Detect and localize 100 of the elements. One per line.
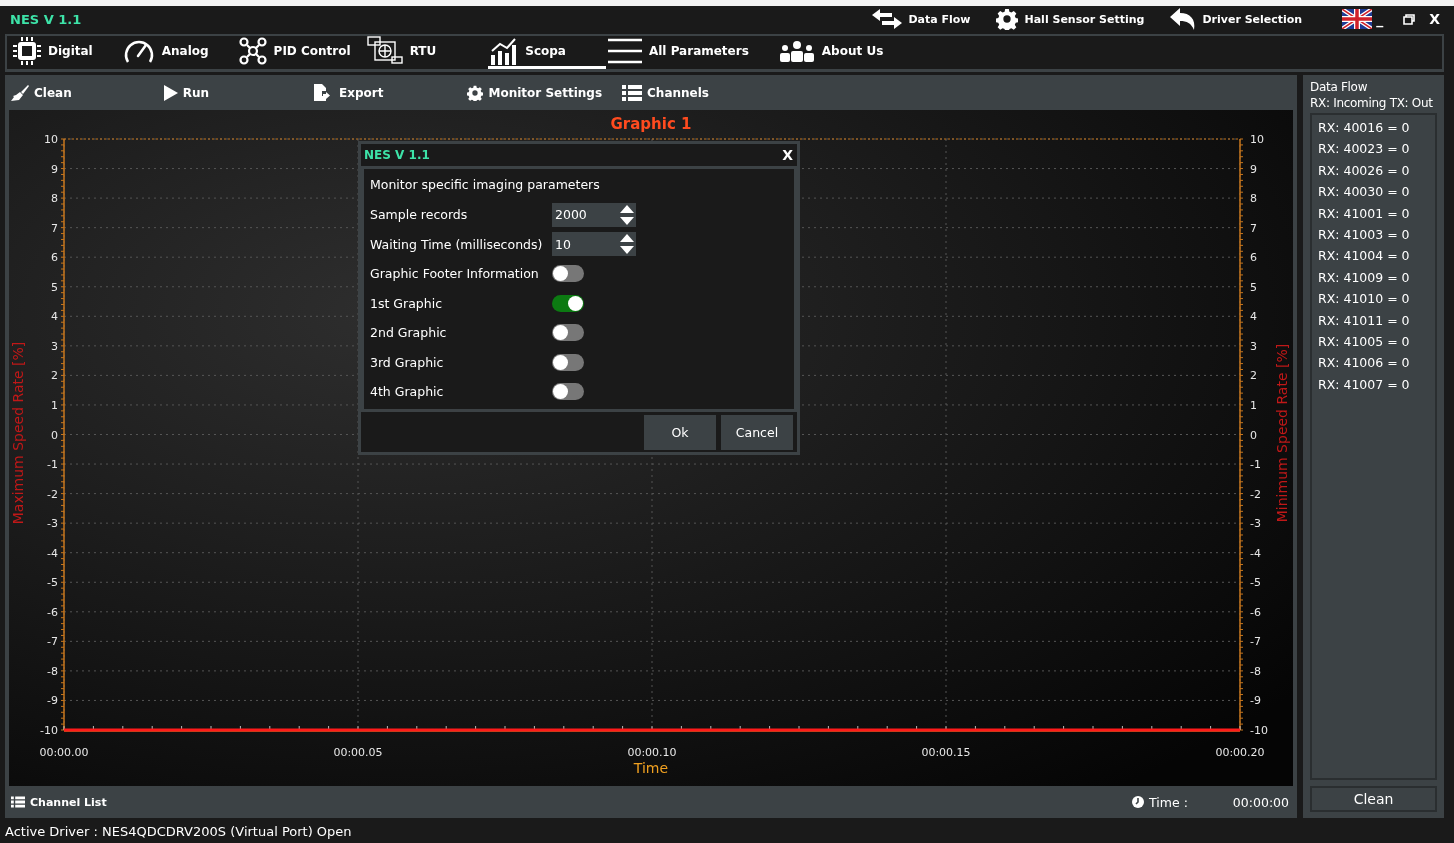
y-tick-label: 10 <box>1250 133 1264 146</box>
y-tick-label: -1 <box>47 458 58 472</box>
number-spinner[interactable]: 10 <box>552 232 636 257</box>
y-tick-label: -4 <box>47 546 58 560</box>
y-tick-label: -9 <box>47 694 58 708</box>
toolbar-button[interactable]: Run <box>163 84 210 101</box>
up-down-arrows-icon[interactable] <box>620 203 634 226</box>
toggle-switch[interactable] <box>552 353 584 371</box>
data-flow-entry: RX: 41005 = 0 <box>1318 332 1411 351</box>
back-arrow-icon <box>1170 8 1197 30</box>
gear-icon <box>467 84 484 101</box>
data-flow-entry: RX: 41009 = 0 <box>1318 268 1411 287</box>
y-tick-label: -5 <box>1250 576 1261 590</box>
nav-tab[interactable]: Scopa <box>488 36 606 69</box>
y-tick-label: -7 <box>1250 635 1261 649</box>
y-tick-label: -6 <box>47 605 58 619</box>
y-tick-label: 0 <box>1250 428 1257 442</box>
y-tick-label: -6 <box>1250 605 1261 619</box>
data-flow-entry: RX: 41001 = 0 <box>1318 204 1411 223</box>
data-flow-entry: RX: 41007 = 0 <box>1318 375 1411 394</box>
panel-title: Data Flow <box>1310 79 1369 95</box>
gauge-icon <box>122 38 155 64</box>
top-action-button[interactable]: Driver Selection <box>1170 8 1303 30</box>
y-tick-label: 4 <box>51 310 58 324</box>
setting-label: 3rd Graphic <box>370 354 445 370</box>
toggle-switch[interactable] <box>552 294 584 312</box>
play-icon <box>163 84 178 101</box>
x-tick-label: 00:00.20 <box>1215 746 1265 759</box>
top-action-button[interactable]: Data Flow <box>872 9 971 29</box>
toggle-switch[interactable] <box>552 324 584 342</box>
y-tick-label: 6 <box>1250 251 1257 265</box>
x-tick-label: 00:00.00 <box>39 746 89 759</box>
list-icon <box>622 84 643 101</box>
dialog-button[interactable]: Cancel <box>721 414 793 450</box>
swap-arrows-icon <box>872 9 903 29</box>
toolbar-button[interactable]: Export <box>314 84 384 101</box>
y-tick-label: -3 <box>1250 517 1261 531</box>
data-flow-entry: RX: 41010 = 0 <box>1318 290 1411 309</box>
setting-label: Graphic Footer Information <box>370 266 540 282</box>
setting-label: 1st Graphic <box>370 295 444 311</box>
close-button[interactable]: X <box>1429 11 1440 27</box>
data-flow-entry: RX: 40023 = 0 <box>1318 140 1411 159</box>
computers-globe-icon <box>366 36 403 66</box>
channel-list-button[interactable]: Channel List <box>11 795 107 809</box>
dialog-heading: Monitor specific imaging parameters <box>370 176 601 194</box>
time-label: Time : <box>1149 794 1188 810</box>
toggle-switch[interactable] <box>552 383 584 401</box>
panel-subtitle: RX: Incoming TX: Out <box>1310 95 1434 111</box>
y-tick-label: 9 <box>1250 162 1257 176</box>
top-action-button[interactable]: Hall Sensor Setting <box>996 8 1145 30</box>
y-tick-label: -8 <box>1250 664 1261 678</box>
toolbar-button[interactable]: Clean <box>11 84 72 101</box>
x-tick-label: 00:00.15 <box>921 746 971 759</box>
setting-label: Sample records <box>370 207 469 223</box>
nav-tab[interactable]: PID Control <box>236 36 357 69</box>
y-tick-label: 10 <box>44 133 58 146</box>
nav-tab[interactable]: About Us <box>776 36 890 69</box>
toolbar-button[interactable]: Channels <box>622 84 709 101</box>
y-tick-label: 9 <box>51 162 58 176</box>
y-tick-label: 2 <box>1250 369 1257 383</box>
y-tick-label: -8 <box>47 664 58 678</box>
x-tick-label: 00:00.10 <box>627 746 677 759</box>
flag-icon[interactable] <box>1342 9 1373 29</box>
list-icon <box>11 796 25 808</box>
restore-icon[interactable] <box>1403 13 1416 25</box>
bar-chart-icon <box>490 37 519 65</box>
gear-icon <box>996 8 1019 30</box>
data-flow-entry: RX: 40026 = 0 <box>1318 161 1411 180</box>
y-tick-label: 7 <box>51 221 58 235</box>
number-spinner[interactable]: 2000 <box>552 202 636 227</box>
y-tick-label: 5 <box>51 280 58 294</box>
data-flow-entry: RX: 41003 = 0 <box>1318 225 1411 244</box>
nav-tab[interactable]: All Parameters <box>605 36 755 69</box>
setting-label: 4th Graphic <box>370 384 445 400</box>
setting-label: 2nd Graphic <box>370 325 448 341</box>
nav-tab[interactable]: Analog <box>120 36 215 69</box>
y-tick-label: 0 <box>51 428 58 442</box>
clean-button[interactable]: Clean <box>1310 786 1437 812</box>
y-tick-label: 3 <box>51 339 58 353</box>
toggle-switch[interactable] <box>552 265 584 283</box>
minimize-button[interactable]: _ <box>1376 11 1384 27</box>
chart-title: Graphic 1 <box>610 115 692 133</box>
y-tick-label: 3 <box>1250 339 1257 353</box>
y-tick-label: -2 <box>47 487 58 501</box>
y-tick-label: 8 <box>51 192 58 206</box>
y-axis-title: Minimum Speed Rate [%] <box>1274 343 1290 523</box>
close-button[interactable]: X <box>782 147 793 163</box>
nav-tab[interactable]: Digital <box>11 36 99 69</box>
nav-tab[interactable]: RTU <box>364 36 443 69</box>
y-tick-label: -9 <box>1250 694 1261 708</box>
y-tick-label: -2 <box>1250 487 1261 501</box>
up-down-arrows-icon[interactable] <box>620 233 634 256</box>
y-tick-label: 1 <box>51 398 58 412</box>
time-value: 00:00:00 <box>1232 794 1289 810</box>
x-tick-label: 00:00.05 <box>333 746 383 759</box>
dialog-button[interactable]: Ok <box>644 414 716 450</box>
data-flow-entry: RX: 41006 = 0 <box>1318 354 1411 373</box>
status-text: Active Driver : NES4QDCDRV200S (Virtual Port) Open <box>5 824 352 839</box>
y-tick-label: 2 <box>51 369 58 383</box>
toolbar-button[interactable]: Monitor Settings <box>467 84 603 101</box>
